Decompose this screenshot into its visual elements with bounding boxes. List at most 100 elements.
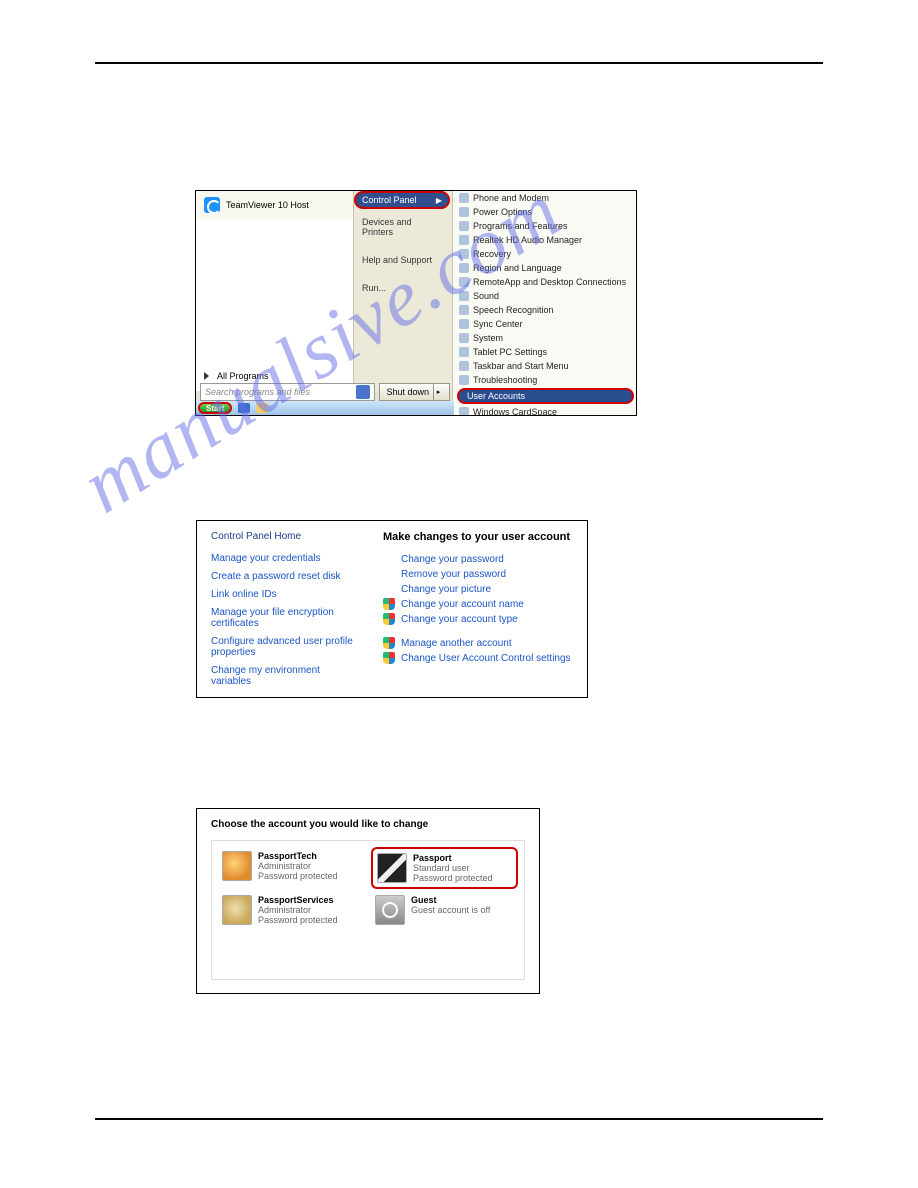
account-option[interactable]: Change your account type bbox=[383, 613, 573, 625]
devices-menu-item[interactable]: Devices and Printers bbox=[354, 213, 452, 241]
manage-another-account-link[interactable]: Manage another account bbox=[383, 637, 573, 649]
chevron-right-icon: ▶ bbox=[436, 196, 442, 205]
cp-home-link[interactable]: Control Panel Home bbox=[211, 531, 361, 542]
help-menu-item[interactable]: Help and Support bbox=[354, 251, 452, 269]
sidebar-link[interactable]: Manage your credentials bbox=[211, 553, 361, 564]
search-placeholder: Search programs and files bbox=[205, 387, 310, 397]
uac-shield-icon bbox=[383, 613, 395, 625]
option-label: Manage another account bbox=[401, 638, 512, 649]
option-label: Change your account type bbox=[401, 614, 518, 625]
submenu-item[interactable]: Sound bbox=[453, 289, 637, 303]
account-meta: Guest Guest account is off bbox=[411, 895, 490, 915]
control-panel-menu-item[interactable]: Control Panel ▶ bbox=[354, 191, 450, 209]
submenu-label: RemoteApp and Desktop Connections bbox=[473, 276, 626, 288]
choose-account-screenshot: Choose the account you would like to cha… bbox=[196, 808, 540, 994]
sidebar-link[interactable]: Configure advanced user profile properti… bbox=[211, 636, 361, 658]
start-right-column: Devices and Printers Help and Support Ru… bbox=[354, 191, 452, 391]
submenu-item[interactable]: Speech Recognition bbox=[453, 303, 637, 317]
account-tile[interactable]: PassportServices Administrator Password … bbox=[222, 895, 361, 925]
submenu-item[interactable]: Power Options bbox=[453, 205, 637, 219]
sidebar-link[interactable]: Link online IDs bbox=[211, 589, 361, 600]
account-pw: Password protected bbox=[258, 915, 338, 925]
app-icon bbox=[459, 291, 469, 301]
account-pw: Password protected bbox=[258, 871, 338, 881]
start-left-column: TeamViewer 10 Host All Programs bbox=[196, 191, 354, 391]
pinned-app-row[interactable]: TeamViewer 10 Host bbox=[196, 191, 353, 219]
option-label: Change your picture bbox=[401, 584, 491, 595]
app-icon bbox=[459, 361, 469, 371]
submenu-item[interactable]: Troubleshooting bbox=[453, 373, 637, 387]
account-tile[interactable]: PassportTech Administrator Password prot… bbox=[222, 851, 361, 885]
account-role: Guest account is off bbox=[411, 905, 490, 915]
submenu-label: System bbox=[473, 332, 503, 344]
uac-shield-icon bbox=[383, 652, 395, 664]
submenu-label: Taskbar and Start Menu bbox=[473, 360, 569, 372]
app-icon bbox=[459, 207, 469, 217]
sidebar-link[interactable]: Change my environment variables bbox=[211, 665, 361, 687]
uac-shield-icon bbox=[383, 598, 395, 610]
app-icon bbox=[459, 221, 469, 231]
account-name: Passport bbox=[413, 853, 493, 863]
submenu-item[interactable]: RemoteApp and Desktop Connections bbox=[453, 275, 637, 289]
option-label: Remove your password bbox=[401, 569, 506, 580]
taskbar: Start bbox=[196, 401, 454, 415]
cp-heading: Make changes to your user account bbox=[383, 531, 573, 543]
submenu-item[interactable]: Sync Center bbox=[453, 317, 637, 331]
explorer-icon[interactable] bbox=[256, 403, 268, 413]
account-tile-highlighted[interactable]: Passport Standard user Password protecte… bbox=[371, 847, 518, 889]
account-meta: PassportServices Administrator Password … bbox=[258, 895, 338, 925]
submenu-label: Recovery bbox=[473, 248, 511, 260]
submenu-label: Sound bbox=[473, 290, 499, 302]
submenu-item[interactable]: Recovery bbox=[453, 247, 637, 261]
user-accounts-menu-item[interactable]: User Accounts bbox=[457, 388, 634, 404]
control-panel-label: Control Panel bbox=[362, 195, 417, 205]
submenu-item[interactable]: Realtek HD Audio Manager bbox=[453, 233, 637, 247]
app-icon bbox=[459, 305, 469, 315]
submenu-item[interactable]: Phone and Modem bbox=[453, 191, 637, 205]
account-meta: Passport Standard user Password protecte… bbox=[413, 853, 493, 883]
submenu-item[interactable]: Taskbar and Start Menu bbox=[453, 359, 637, 373]
app-icon bbox=[459, 375, 469, 385]
submenu-item[interactable]: Windows CardSpace bbox=[453, 405, 637, 416]
page-top-rule bbox=[95, 62, 823, 64]
all-programs-row[interactable]: All Programs bbox=[204, 371, 269, 381]
run-menu-item[interactable]: Run... bbox=[354, 279, 452, 297]
account-avatar bbox=[222, 895, 252, 925]
app-icon bbox=[459, 319, 469, 329]
submenu-item[interactable]: Programs and Features bbox=[453, 219, 637, 233]
submenu-label: Tablet PC Settings bbox=[473, 346, 547, 358]
cp-main: Make changes to your user account Change… bbox=[383, 531, 573, 687]
account-option[interactable]: Change your password bbox=[383, 553, 573, 565]
submenu-label: Speech Recognition bbox=[473, 304, 554, 316]
control-panel-submenu: Phone and Modem Power Options Programs a… bbox=[452, 191, 637, 416]
shutdown-dropdown-icon[interactable]: ▸ bbox=[433, 384, 443, 400]
account-avatar bbox=[222, 851, 252, 881]
shutdown-button[interactable]: Shut down ▸ bbox=[379, 383, 450, 401]
submenu-label: Programs and Features bbox=[473, 220, 568, 232]
pinned-app-label: TeamViewer 10 Host bbox=[226, 200, 309, 210]
app-icon bbox=[459, 407, 469, 416]
account-option[interactable]: Change your account name bbox=[383, 598, 573, 610]
start-search-row: Search programs and files Shut down ▸ bbox=[200, 381, 450, 403]
submenu-item[interactable]: Tablet PC Settings bbox=[453, 345, 637, 359]
account-name: Guest bbox=[411, 895, 490, 905]
start-menu-screenshot: TeamViewer 10 Host All Programs Control … bbox=[195, 190, 637, 416]
start-button[interactable]: Start bbox=[198, 402, 232, 414]
change-uac-link[interactable]: Change User Account Control settings bbox=[383, 652, 573, 664]
account-tile[interactable]: Guest Guest account is off bbox=[375, 895, 514, 925]
submenu-label: Power Options bbox=[473, 206, 532, 218]
account-role: Administrator bbox=[258, 861, 338, 871]
account-meta: PassportTech Administrator Password prot… bbox=[258, 851, 338, 881]
account-option[interactable]: Change your picture bbox=[383, 583, 573, 595]
ie-icon[interactable] bbox=[238, 403, 250, 413]
account-name: PassportTech bbox=[258, 851, 338, 861]
sidebar-link[interactable]: Manage your file encryption certificates bbox=[211, 607, 361, 629]
app-icon bbox=[459, 249, 469, 259]
page-bottom-rule bbox=[95, 1118, 823, 1120]
submenu-item[interactable]: System bbox=[453, 331, 637, 345]
account-option[interactable]: Remove your password bbox=[383, 568, 573, 580]
submenu-item[interactable]: Region and Language bbox=[453, 261, 637, 275]
search-input[interactable]: Search programs and files bbox=[200, 383, 375, 401]
submenu-label: Phone and Modem bbox=[473, 192, 549, 204]
sidebar-link[interactable]: Create a password reset disk bbox=[211, 571, 361, 582]
